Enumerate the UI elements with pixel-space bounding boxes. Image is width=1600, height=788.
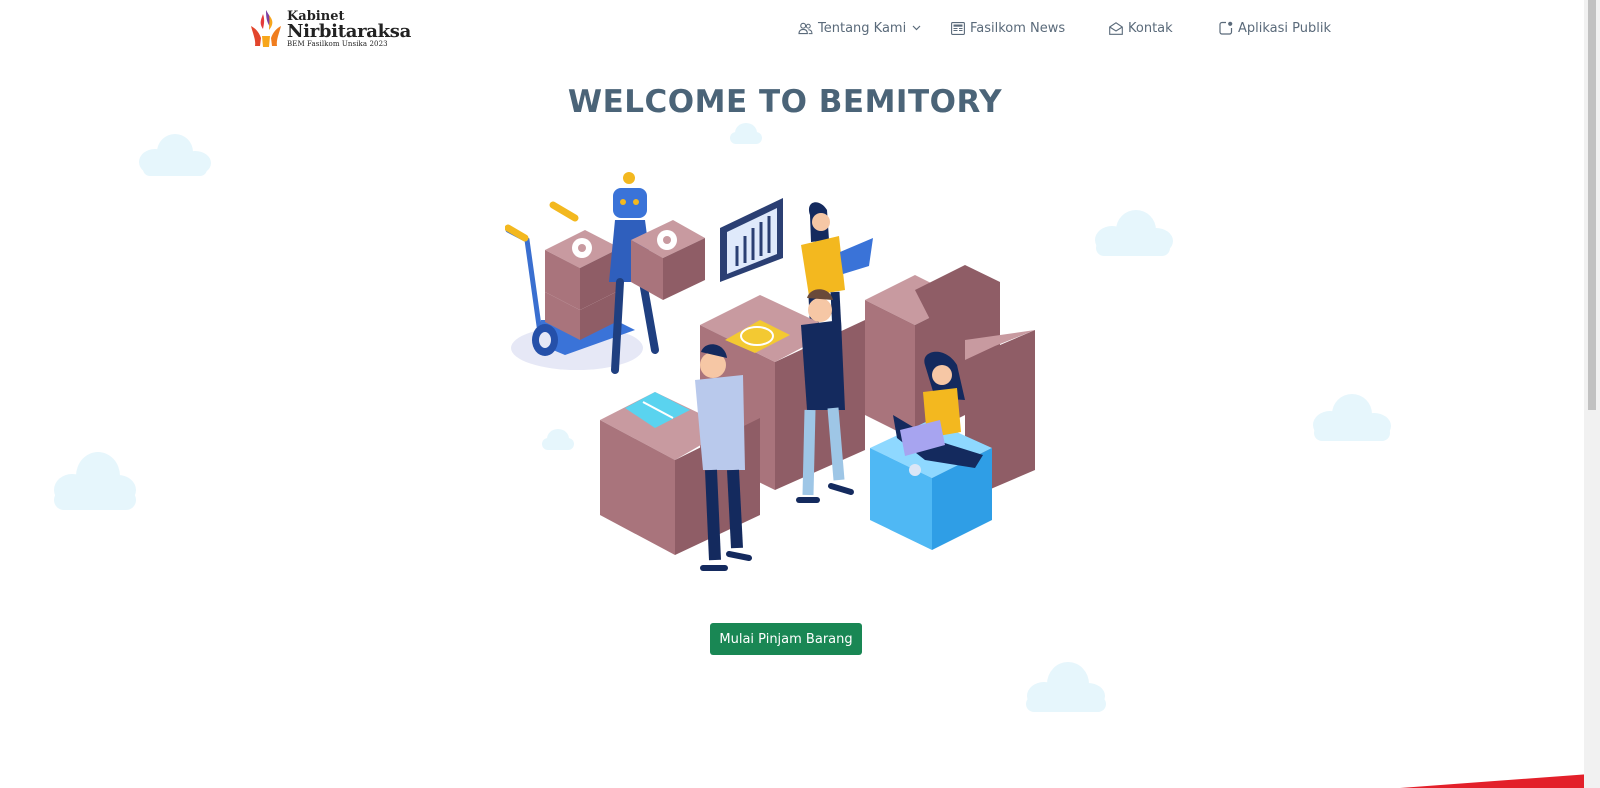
page-title: WELCOME TO BEMITORY xyxy=(567,84,1003,120)
cloud-decoration xyxy=(139,134,211,176)
chevron-down-icon xyxy=(912,25,921,31)
navbar: Kabinet Nirbitaraksa BEM Fasilkom Unsika… xyxy=(0,0,1584,56)
nav-item-aplikasi-publik[interactable]: Aplikasi Publik xyxy=(1219,18,1331,38)
scrollbar-thumb[interactable] xyxy=(1588,0,1596,410)
cloud-decoration xyxy=(730,123,762,144)
page: Kabinet Nirbitaraksa BEM Fasilkom Unsika… xyxy=(0,0,1600,788)
cloud-decoration xyxy=(54,452,136,510)
newspaper-icon xyxy=(951,21,965,35)
logo-emblem-icon xyxy=(251,10,281,47)
nav-item-kontak[interactable]: Kontak xyxy=(1109,18,1173,38)
logo[interactable]: Kabinet Nirbitaraksa BEM Fasilkom Unsika… xyxy=(247,8,411,48)
warehouse-illustration xyxy=(505,172,1035,571)
logo-line2: Nirbitaraksa xyxy=(287,21,411,42)
users-icon xyxy=(798,22,813,34)
nav-item-label: Fasilkom News xyxy=(970,20,1066,36)
app-indicator-icon xyxy=(1219,21,1233,35)
envelope-open-icon xyxy=(1109,21,1123,35)
nav-item-label: Aplikasi Publik xyxy=(1238,20,1332,36)
nav-item-label: Tentang Kami xyxy=(818,20,907,36)
cloud-decoration xyxy=(1026,662,1106,712)
cloud-decoration xyxy=(1095,210,1173,256)
decorative-red-stripe xyxy=(1400,774,1590,788)
nav-item-tentang-kami[interactable]: Tentang Kami xyxy=(798,18,921,38)
nav-item-label: Kontak xyxy=(1128,20,1173,36)
cloud-decoration xyxy=(1313,394,1391,441)
scrollbar[interactable] xyxy=(1584,0,1600,788)
bar-chart-board-icon xyxy=(720,198,783,282)
box-stack xyxy=(545,230,620,340)
nav-item-fasilkom-news[interactable]: Fasilkom News xyxy=(951,18,1065,38)
logo-text: Kabinet Nirbitaraksa BEM Fasilkom Unsika… xyxy=(287,10,411,48)
start-borrow-button[interactable]: Mulai Pinjam Barang xyxy=(710,623,862,655)
